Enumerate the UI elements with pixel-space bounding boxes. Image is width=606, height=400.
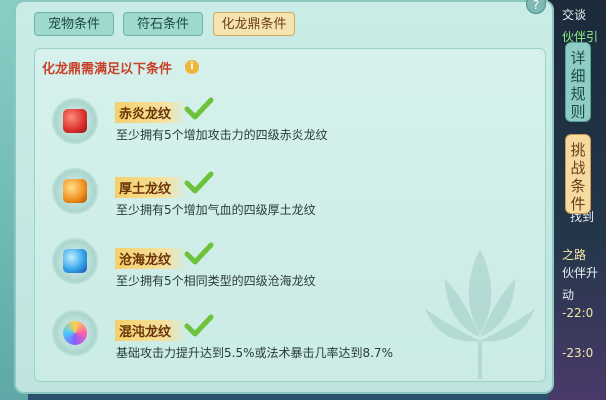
blue-dragon-gem-icon bbox=[52, 238, 98, 284]
chat-text: 动 bbox=[562, 288, 575, 302]
condition-name: 沧海龙纹 bbox=[115, 248, 188, 269]
chat-text: 之路 bbox=[562, 248, 587, 262]
red-dragon-gem-icon bbox=[52, 98, 98, 144]
challenge-conditions-button[interactable]: 挑战条件 bbox=[565, 134, 591, 214]
condition-description: 至少拥有5个增加攻击力的四级赤炎龙纹 bbox=[116, 128, 328, 142]
checkmark-icon bbox=[184, 171, 214, 194]
orange-dragon-gem-icon bbox=[52, 168, 98, 214]
lotus-watermark-icon bbox=[425, 249, 535, 379]
info-icon[interactable]: i bbox=[185, 60, 199, 74]
checkmark-icon bbox=[184, 314, 214, 337]
checkmark-icon bbox=[184, 242, 214, 265]
checkmark-icon bbox=[184, 97, 214, 120]
tab-rune-conditions[interactable]: 符石条件 bbox=[123, 12, 203, 36]
challenge-conditions-label: 挑战条件 bbox=[570, 141, 586, 213]
detail-rules-button[interactable]: 详细规则 bbox=[565, 42, 591, 122]
chaos-dragon-gem-icon bbox=[52, 310, 98, 356]
condition-name: 赤炎龙纹 bbox=[115, 102, 188, 123]
condition-description: 至少拥有5个增加气血的四级厚土龙纹 bbox=[116, 203, 316, 217]
chat-text: 伙伴升 bbox=[562, 266, 599, 280]
section-title: 化龙鼎需满足以下条件 bbox=[42, 62, 173, 77]
chat-text: -22:0 bbox=[562, 306, 594, 320]
chat-text: 交谈 bbox=[562, 8, 587, 22]
tab-pet-conditions[interactable]: 宠物条件 bbox=[34, 12, 114, 36]
tab-dragon-cauldron-conditions[interactable]: 化龙鼎条件 bbox=[213, 12, 295, 36]
condition-name: 混沌龙纹 bbox=[115, 320, 188, 341]
chat-text: -23:0 bbox=[562, 346, 594, 360]
condition-description: 至少拥有5个相同类型的四级沧海龙纹 bbox=[116, 274, 316, 288]
condition-description: 基础攻击力提升达到5.5%或法术暴击几率达到8.7% bbox=[116, 346, 393, 360]
condition-name: 厚土龙纹 bbox=[115, 177, 188, 198]
detail-rules-label: 详细规则 bbox=[570, 49, 586, 121]
